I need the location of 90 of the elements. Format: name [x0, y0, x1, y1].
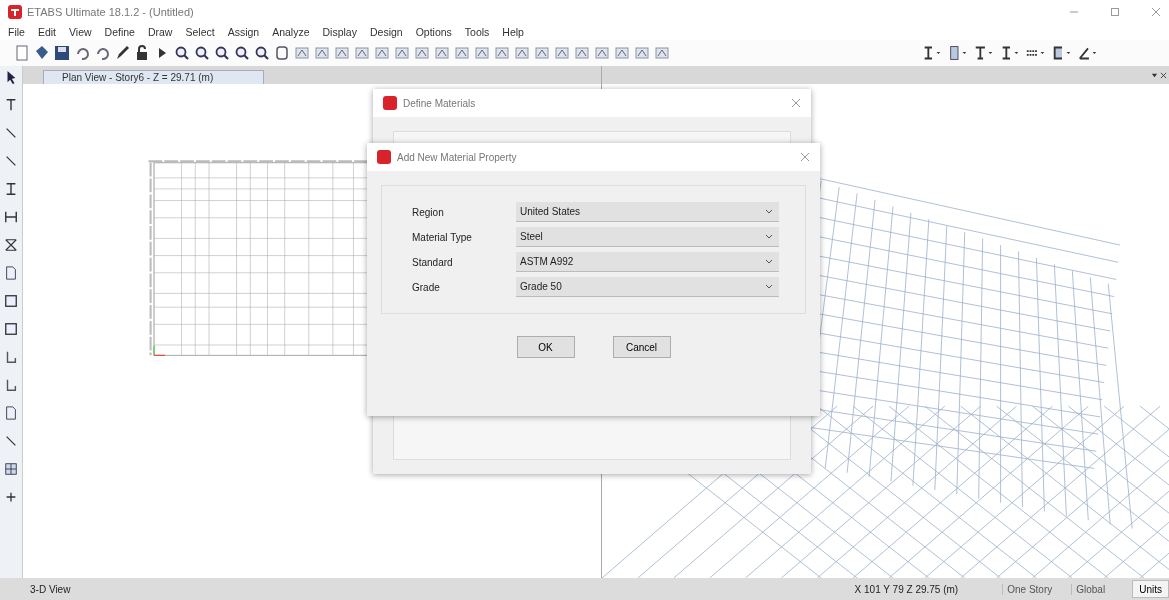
field-label: Grade [412, 281, 441, 293]
menu-item[interactable]: Tools [464, 26, 490, 38]
menu-item[interactable]: Display [322, 26, 357, 38]
toolbar-icon[interactable] [294, 45, 310, 61]
field-label: Material Type [412, 231, 473, 243]
tee-icon[interactable] [973, 45, 995, 61]
column-icon[interactable] [947, 45, 969, 61]
menu-item[interactable]: Draw [147, 26, 173, 38]
pencil-icon[interactable] [114, 45, 130, 61]
brace-icon[interactable] [4, 238, 18, 252]
sheet-icon[interactable] [4, 266, 18, 280]
line-icon[interactable] [4, 154, 18, 168]
chevron-icon [765, 233, 773, 240]
toolbar-icon[interactable] [434, 45, 450, 61]
dialog-button[interactable]: OK [516, 336, 575, 358]
dropdown-field[interactable]: Steel [516, 227, 779, 247]
close-icon[interactable] [800, 152, 810, 162]
field-label: Region [412, 206, 445, 218]
chevron-icon [765, 283, 773, 290]
undo-icon[interactable] [74, 45, 90, 61]
system-dropdown[interactable]: Global [1071, 583, 1121, 595]
toolbar-icon[interactable] [354, 45, 370, 61]
menu-item[interactable]: Options [415, 26, 452, 38]
toolbar-icon[interactable] [454, 45, 470, 61]
close-icon[interactable] [1160, 71, 1167, 79]
menu-item[interactable]: Analyze [272, 26, 310, 38]
units-button[interactable]: Units [1132, 580, 1169, 598]
square-icon[interactable] [4, 294, 18, 308]
toolbar-icon[interactable] [474, 45, 490, 61]
toolbar-icon[interactable] [394, 45, 410, 61]
zoom-icon[interactable] [214, 45, 230, 61]
toolbar-icon[interactable] [594, 45, 610, 61]
coordinates-status: X 101 Y 79 Z 29.75 (m) [854, 583, 959, 595]
dialog-title: Add New Material Property [397, 151, 517, 163]
toolbar-icon[interactable] [534, 45, 550, 61]
maximize-icon[interactable] [1110, 7, 1120, 17]
zoom-icon[interactable] [234, 45, 250, 61]
menu-item[interactable]: Select [185, 26, 215, 38]
window-title: ETABS Ultimate 18.1.2 - (Untitled) [27, 6, 194, 18]
line-icon[interactable] [4, 434, 18, 448]
channel-icon[interactable] [1051, 45, 1073, 61]
toolbar-icon[interactable] [614, 45, 630, 61]
menu-item[interactable]: File [8, 26, 25, 38]
lock-icon[interactable] [134, 45, 150, 61]
square-icon[interactable] [4, 322, 18, 336]
menu-item[interactable]: Help [502, 26, 524, 38]
toolbar-icon[interactable] [314, 45, 330, 61]
app-logo-icon [377, 150, 391, 164]
toolbar-icon[interactable] [554, 45, 570, 61]
dropdown-field[interactable]: Grade 50 [516, 277, 779, 297]
chevron-icon [765, 208, 773, 215]
close-icon[interactable] [791, 98, 801, 108]
frame-icon[interactable] [4, 210, 18, 224]
toolbar-icon[interactable] [414, 45, 430, 61]
menu-item[interactable]: Assign [227, 26, 260, 38]
story-dropdown[interactable]: One Story [1002, 583, 1060, 595]
line-icon[interactable] [4, 126, 18, 140]
save-icon[interactable] [54, 45, 70, 61]
dropdown-field[interactable]: ASTM A992 [516, 252, 779, 272]
zoom-icon[interactable] [174, 45, 190, 61]
menu-item[interactable]: Edit [37, 26, 56, 38]
plan-view-tab[interactable]: Plan View - Story6 - Z = 29.71 (m) [43, 70, 265, 84]
close-icon[interactable] [1151, 7, 1161, 17]
zoom-icon[interactable] [254, 45, 270, 61]
grid-icon[interactable] [4, 462, 18, 476]
plus-icon[interactable] [4, 490, 18, 504]
menu-item[interactable]: Design [369, 26, 403, 38]
field-label: Standard [412, 256, 454, 268]
app-logo-icon [8, 5, 22, 19]
toolbar-icon[interactable] [634, 45, 650, 61]
zoom-icon[interactable] [194, 45, 210, 61]
menu-item[interactable]: View [69, 26, 92, 38]
app-logo-icon [383, 96, 397, 110]
dialog-title: Define Materials [403, 97, 476, 109]
sheet-icon[interactable] [4, 406, 18, 420]
chevron-icon [765, 258, 773, 265]
redo-icon[interactable] [94, 45, 110, 61]
menu-item[interactable]: Define [104, 26, 135, 38]
toolbar-icon[interactable] [494, 45, 510, 61]
dropdown-field[interactable]: United States [516, 202, 779, 222]
toolbar-icon[interactable] [514, 45, 530, 61]
toolbar-icon[interactable] [374, 45, 390, 61]
toolbar-icon[interactable] [654, 45, 670, 61]
angle-icon[interactable] [1077, 45, 1099, 61]
toolbar-icon[interactable] [334, 45, 350, 61]
dropdown-icon[interactable] [1151, 71, 1158, 79]
toolbar-icon[interactable] [574, 45, 590, 61]
i-beam-icon[interactable] [4, 182, 18, 196]
view-status: 3-D View [30, 583, 71, 595]
dialog-button[interactable]: Cancel [612, 336, 671, 358]
